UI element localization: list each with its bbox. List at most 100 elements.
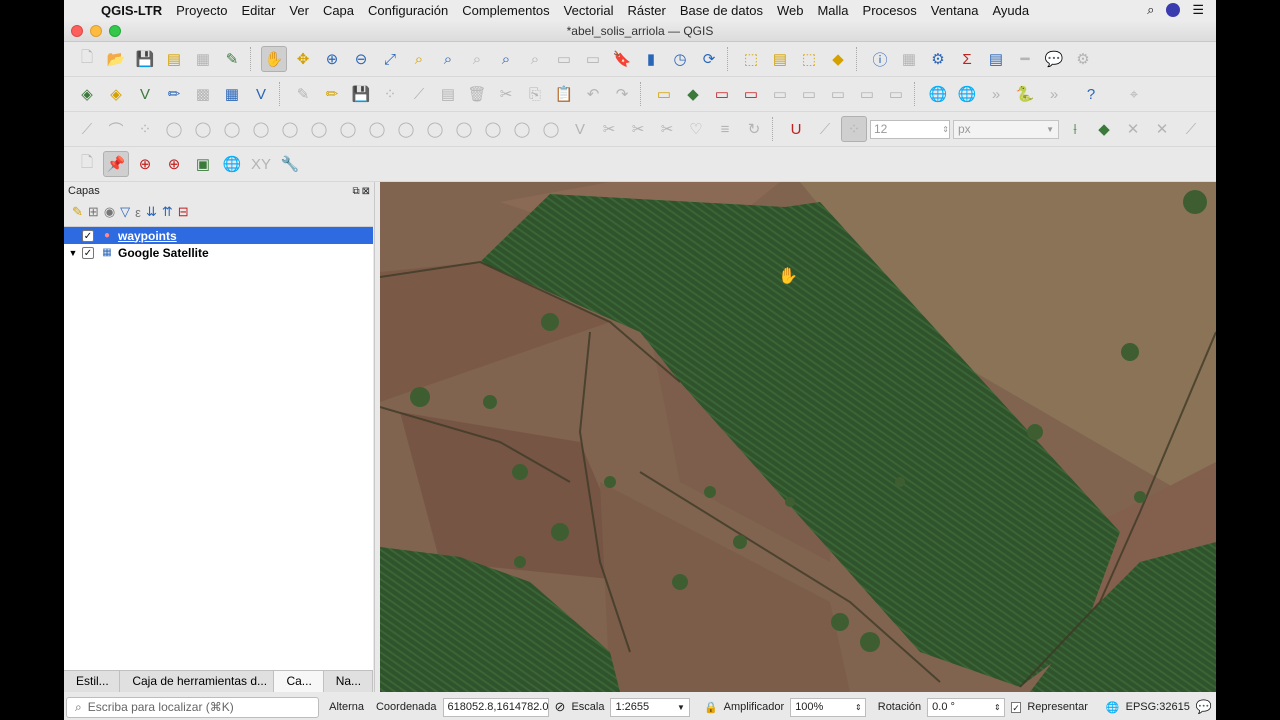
pan-map-icon[interactable]: ✋ — [261, 46, 287, 72]
add-point-pin-icon[interactable]: 📌 — [103, 151, 129, 177]
snapping-options-icon[interactable]: ⟋ — [812, 116, 838, 142]
open-attribute-table-icon[interactable]: ▦ — [896, 46, 922, 72]
label-properties-icon[interactable]: ▭ — [883, 81, 909, 107]
refresh-icon[interactable]: ⟳ — [696, 46, 722, 72]
layer-visibility-checkbox[interactable]: ✓ — [82, 229, 94, 242]
zoom-native-icon[interactable]: ⌕ — [464, 46, 490, 72]
label-toolbar-icon[interactable]: ▭ — [651, 81, 677, 107]
scale-combobox[interactable]: 1:2655 ▼ — [610, 697, 690, 717]
show-bookmarks-icon[interactable]: ▮ — [638, 46, 664, 72]
cut-features-icon[interactable]: ✂ — [493, 81, 519, 107]
statistics-sum-icon[interactable]: Σ — [954, 46, 980, 72]
rotate-icon[interactable]: ↻ — [741, 116, 767, 142]
coordinate-field[interactable]: 618052.8,1614782.0 — [442, 697, 549, 717]
delete-ring-icon[interactable]: ◯ — [219, 116, 245, 142]
scale-feature-icon[interactable]: ✂ — [625, 116, 651, 142]
zoom-window-button[interactable] — [109, 24, 121, 37]
expand-all-icon[interactable]: ⇊ — [146, 204, 157, 220]
filter-legend-icon[interactable]: ▽ — [120, 204, 130, 220]
select-by-location-icon[interactable]: ◆ — [825, 46, 851, 72]
tab-browser[interactable]: Na... — [324, 671, 373, 692]
crs-globe-icon[interactable]: 🌐 — [1106, 701, 1120, 714]
zoom-to-layer-icon[interactable]: ⌕ — [435, 46, 461, 72]
menu-raster[interactable]: Ráster — [621, 3, 673, 18]
new-layer-icon[interactable]: 🗋 — [74, 151, 100, 177]
new-geopackage-layer-icon[interactable]: ◈ — [103, 81, 129, 107]
change-label-icon[interactable]: ▭ — [825, 81, 851, 107]
rotate-label-icon[interactable]: ▭ — [796, 81, 822, 107]
new-print-layout-icon[interactable]: ▤ — [161, 46, 187, 72]
offset-curve-icon[interactable]: ◯ — [306, 116, 332, 142]
temporal-controller-icon[interactable]: ◷ — [667, 46, 693, 72]
measure-line-icon[interactable]: ━ — [1012, 46, 1038, 72]
python-console-icon[interactable]: 🐍 — [1012, 81, 1038, 107]
menu-configuracion[interactable]: Configuración — [361, 3, 455, 18]
snapping-unit-select[interactable]: px ▼ — [953, 119, 1059, 139]
metasearch-search-icon[interactable]: 🌐 — [954, 81, 980, 107]
zoom-in-icon[interactable]: ⊕ — [319, 46, 345, 72]
pan-to-selection-icon[interactable]: ✥ — [290, 46, 316, 72]
rotate-feature-icon[interactable]: ✂ — [596, 116, 622, 142]
save-project-icon[interactable]: 💾 — [132, 46, 158, 72]
expand-arrow-icon[interactable]: ▼ — [64, 248, 82, 258]
messages-icon[interactable]: 💬 — [1196, 699, 1212, 715]
snapping-magnet-icon[interactable]: U — [783, 116, 809, 142]
zoom-pin-icon[interactable]: ⊕ — [132, 151, 158, 177]
metasearch-icon[interactable]: 🌐 — [925, 81, 951, 107]
align-icon[interactable]: ≡ — [712, 116, 738, 142]
menu-ver[interactable]: Ver — [282, 3, 316, 18]
attribute-table-dropdown-icon[interactable]: ▤ — [983, 46, 1009, 72]
add-vector-layer-icon[interactable]: V — [132, 81, 158, 107]
layer-row-waypoints[interactable]: ✓ ● waypoints — [64, 227, 373, 244]
xy-tool-icon[interactable]: XY — [248, 151, 274, 177]
menu-procesos[interactable]: Procesos — [856, 3, 924, 18]
rotate-point-symbols-icon[interactable]: ◯ — [509, 116, 535, 142]
add-part-icon[interactable]: ◯ — [161, 116, 187, 142]
zoom-last-icon[interactable]: ⌕ — [493, 46, 519, 72]
zoom-to-selection-icon[interactable]: ⌕ — [406, 46, 432, 72]
close-window-button[interactable] — [71, 24, 83, 37]
add-group-icon[interactable]: ⊞ — [88, 204, 99, 220]
reverse-line-icon[interactable]: ◯ — [335, 116, 361, 142]
merge-features-icon[interactable]: ◯ — [451, 116, 477, 142]
trim-extend-icon[interactable]: ◯ — [364, 116, 390, 142]
add-delimited-text-icon[interactable]: ✏ — [161, 81, 187, 107]
globe-icon[interactable]: 🌐 — [219, 151, 245, 177]
shape-digitize-icon[interactable]: ✂ — [654, 116, 680, 142]
close-panel-icon[interactable]: ⊠ — [362, 186, 370, 197]
layer-row-google-satellite[interactable]: ▼ ✓ ▦ Google Satellite — [64, 244, 373, 261]
rotation-input[interactable]: 0.0 ° ⇕ — [927, 697, 1005, 717]
actions-icon[interactable]: ⚙ — [1070, 46, 1096, 72]
more-tools-chevron-icon[interactable]: » — [983, 81, 1009, 107]
modify-attributes-icon[interactable]: ▤ — [435, 81, 461, 107]
lock-scale-icon[interactable]: ⊘ — [555, 699, 566, 715]
menu-malla[interactable]: Malla — [810, 3, 855, 18]
snapping-mode-icon[interactable]: ⁘ — [841, 116, 867, 142]
lock-icon[interactable]: 🔒 — [704, 701, 718, 714]
tab-layers[interactable]: Ca... — [274, 671, 324, 692]
new-map-view-icon[interactable]: ▭ — [551, 46, 577, 72]
split-features-icon[interactable]: ◯ — [393, 116, 419, 142]
map-tips-icon[interactable]: 💬 — [1041, 46, 1067, 72]
zoom-next-icon[interactable]: ⌕ — [522, 46, 548, 72]
minimize-window-button[interactable] — [90, 24, 102, 37]
avoid-overlap-icon[interactable]: ⟋ — [1178, 116, 1204, 142]
style-manager-icon[interactable]: ✎ — [219, 46, 245, 72]
open-project-icon[interactable]: 📂 — [103, 46, 129, 72]
spotlight-search-icon[interactable]: ⌕ — [1147, 2, 1154, 18]
map-canvas[interactable]: ✋ — [380, 182, 1216, 692]
offset-point-symbols-icon[interactable]: ◯ — [538, 116, 564, 142]
tab-processing-toolbox[interactable]: Caja de herramientas d... — [120, 671, 275, 692]
snapping-tolerance-input[interactable]: 12 ⇕ — [870, 119, 950, 139]
simplify-icon[interactable]: V — [567, 116, 593, 142]
delete-part-icon[interactable]: ◯ — [248, 116, 274, 142]
undo-icon[interactable]: ↶ — [580, 81, 606, 107]
add-raster-layer-icon[interactable]: ▦ — [219, 81, 245, 107]
filter-expression-icon[interactable]: ε — [135, 205, 141, 220]
heart-shape-icon[interactable]: ♡ — [683, 116, 709, 142]
self-snapping-icon[interactable]: ✕ — [1120, 116, 1146, 142]
zoom-out-icon[interactable]: ⊖ — [348, 46, 374, 72]
select-features-icon[interactable]: ⬚ — [738, 46, 764, 72]
crs-label[interactable]: EPSG:32615 — [1126, 701, 1190, 713]
menu-app-name[interactable]: QGIS-LTR — [94, 3, 169, 18]
